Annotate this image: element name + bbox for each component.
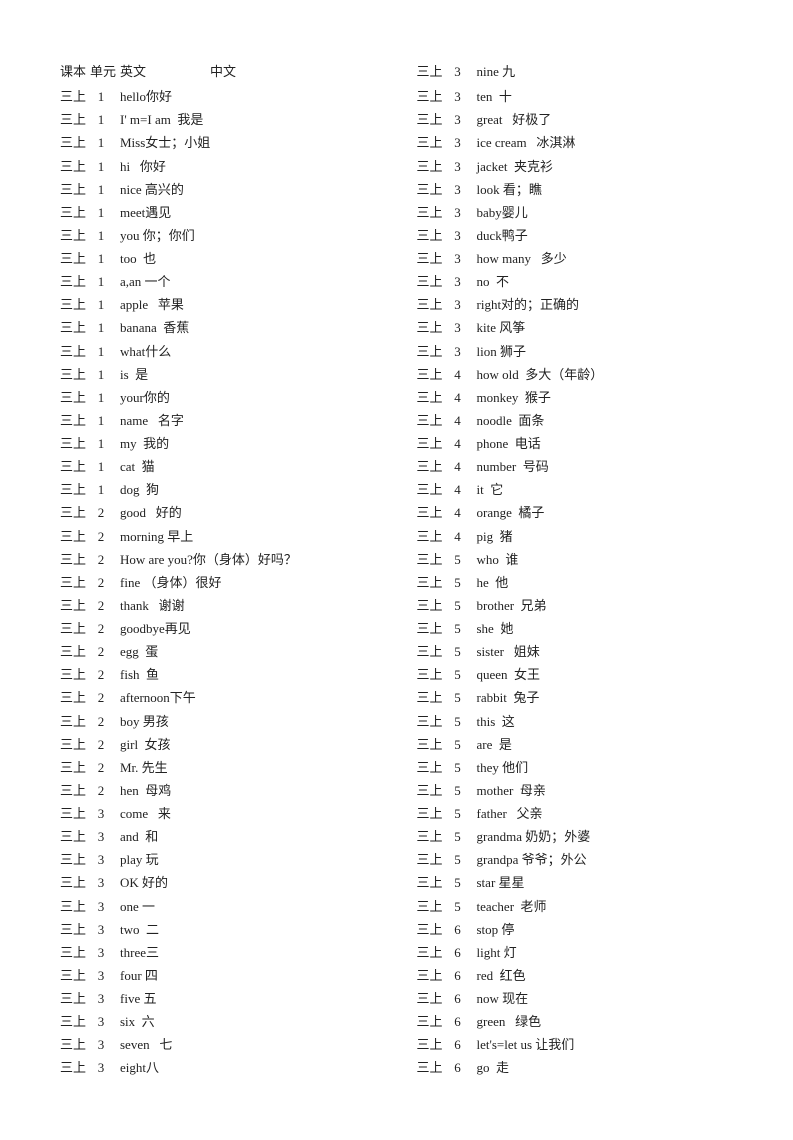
column-separator xyxy=(397,60,417,1080)
list-item: 三上2fish 鱼 xyxy=(60,663,397,686)
list-item: 三上4monkey 猴子 xyxy=(417,386,754,409)
list-item: 三上5rabbit 兔子 xyxy=(417,686,754,709)
list-item: 三上1your你的 xyxy=(60,386,397,409)
list-item: 三上3play 玩 xyxy=(60,848,397,871)
list-item: 三上3ten 十 xyxy=(417,85,754,108)
list-item: 三上5father 父亲 xyxy=(417,802,754,825)
list-item: 三上1hi 你好 xyxy=(60,155,397,178)
list-item: 三上5are 是 xyxy=(417,733,754,756)
list-item: 三上3three三 xyxy=(60,941,397,964)
list-item: 三上3seven 七 xyxy=(60,1033,397,1056)
list-item: 三上1my 我的 xyxy=(60,432,397,455)
list-item: 三上1meet遇见 xyxy=(60,201,397,224)
list-item: 三上4number 号码 xyxy=(417,455,754,478)
list-item: 三上4pig 猪 xyxy=(417,525,754,548)
list-item: 三上3five 五 xyxy=(60,987,397,1010)
header-updown: 单元 xyxy=(90,60,112,83)
list-item: 三上1name 名字 xyxy=(60,409,397,432)
list-item: 三上6green 绿色 xyxy=(417,1010,754,1033)
list-item: 三上5grandma 奶奶；外婆 xyxy=(417,825,754,848)
list-item: 三上2Mr. 先生 xyxy=(60,756,397,779)
list-item: 三上5who 谁 xyxy=(417,548,754,571)
list-item: 三上2girl 女孩 xyxy=(60,733,397,756)
list-item: 三上4orange 橘子 xyxy=(417,501,754,524)
list-item: 三上5teacher 老师 xyxy=(417,895,754,918)
list-item: 三上3four 四 xyxy=(60,964,397,987)
list-item: 三上5mother 母亲 xyxy=(417,779,754,802)
list-item: 三上1apple 苹果 xyxy=(60,293,397,316)
list-item: 三上2egg 蛋 xyxy=(60,640,397,663)
header-zh-left: 中文 xyxy=(210,60,270,83)
list-item: 三上2boy 男孩 xyxy=(60,710,397,733)
header-en-left: 英文 xyxy=(120,60,210,83)
list-item: 三上1is 是 xyxy=(60,363,397,386)
list-item: 三上6red 红色 xyxy=(417,964,754,987)
header-book: 课本 xyxy=(60,60,82,83)
vocab-table: 课本 单元 英文 中文 三上1hello你好 三上1I' m=I am 我是 三… xyxy=(60,60,753,1080)
list-item: 三上3one 一 xyxy=(60,895,397,918)
list-item: 三上3come 来 xyxy=(60,802,397,825)
list-item: 三上3duck鸭子 xyxy=(417,224,754,247)
list-item: 三上6now 现在 xyxy=(417,987,754,1010)
list-item: 三上1cat 猫 xyxy=(60,455,397,478)
list-item: 三上2How are you?你（身体）好吗？ xyxy=(60,548,397,571)
list-item: 三上3kite 风筝 xyxy=(417,316,754,339)
list-item: 三上5he 他 xyxy=(417,571,754,594)
right-column: 三上 3 nine 九 三上3ten 十 三上3great 好极了 三上3ice… xyxy=(417,60,754,1080)
list-item: 三上3baby婴儿 xyxy=(417,201,754,224)
list-item: 三上3look 看；瞧 xyxy=(417,178,754,201)
list-item: 三上1banana 香蕉 xyxy=(60,316,397,339)
list-item: 三上4how old 多大（年龄） xyxy=(417,363,754,386)
list-item: 三上3how many 多少 xyxy=(417,247,754,270)
list-item: 三上3lion 狮子 xyxy=(417,340,754,363)
list-item: 三上2hen 母鸡 xyxy=(60,779,397,802)
list-item: 三上1dog 狗 xyxy=(60,478,397,501)
list-item: 三上2morning 早上 xyxy=(60,525,397,548)
list-item: 三上3ice cream 冰淇淋 xyxy=(417,131,754,154)
list-item: 三上6let's=let us 让我们 xyxy=(417,1033,754,1056)
list-item: 三上4phone 电话 xyxy=(417,432,754,455)
list-item: 三上2goodbye再见 xyxy=(60,617,397,640)
list-item: 三上4noodle 面条 xyxy=(417,409,754,432)
list-item: 三上5queen 女王 xyxy=(417,663,754,686)
list-item: 三上3six 六 xyxy=(60,1010,397,1033)
header-row-left: 课本 单元 英文 中文 xyxy=(60,60,397,83)
list-item: 三上2afternoon下午 xyxy=(60,686,397,709)
header-row-right: 三上 3 nine 九 xyxy=(417,60,754,83)
list-item: 三上3right对的；正确的 xyxy=(417,293,754,316)
list-item: 三上3great 好极了 xyxy=(417,108,754,131)
list-item: 三上3OK 好的 xyxy=(60,871,397,894)
list-item: 三上5they 他们 xyxy=(417,756,754,779)
list-item: 三上6stop 停 xyxy=(417,918,754,941)
list-item: 三上2fine （身体）很好 xyxy=(60,571,397,594)
list-item: 三上1you 你；你们 xyxy=(60,224,397,247)
list-item: 三上5she 她 xyxy=(417,617,754,640)
list-item: 三上1Miss女士；小姐 xyxy=(60,131,397,154)
list-item: 三上5sister 姐妹 xyxy=(417,640,754,663)
list-item: 三上3no 不 xyxy=(417,270,754,293)
list-item: 三上3and 和 xyxy=(60,825,397,848)
list-item: 三上6go 走 xyxy=(417,1056,754,1079)
list-item: 三上5this 这 xyxy=(417,710,754,733)
left-column: 课本 单元 英文 中文 三上1hello你好 三上1I' m=I am 我是 三… xyxy=(60,60,397,1080)
list-item: 三上5grandpa 爷爷；外公 xyxy=(417,848,754,871)
list-item: 三上3jacket 夹克衫 xyxy=(417,155,754,178)
list-item: 三上1hello你好 xyxy=(60,85,397,108)
list-item: 三上1too 也 xyxy=(60,247,397,270)
list-item: 三上6light 灯 xyxy=(417,941,754,964)
list-item: 三上2good 好的 xyxy=(60,501,397,524)
list-item: 三上5star 星星 xyxy=(417,871,754,894)
list-item: 三上1I' m=I am 我是 xyxy=(60,108,397,131)
list-item: 三上3two 二 xyxy=(60,918,397,941)
list-item: 三上1a,an 一个 xyxy=(60,270,397,293)
list-item: 三上1nice 高兴的 xyxy=(60,178,397,201)
list-item: 三上3eight八 xyxy=(60,1056,397,1079)
list-item: 三上2thank 谢谢 xyxy=(60,594,397,617)
list-item: 三上5brother 兄弟 xyxy=(417,594,754,617)
list-item: 三上4it 它 xyxy=(417,478,754,501)
list-item: 三上1what什么 xyxy=(60,340,397,363)
